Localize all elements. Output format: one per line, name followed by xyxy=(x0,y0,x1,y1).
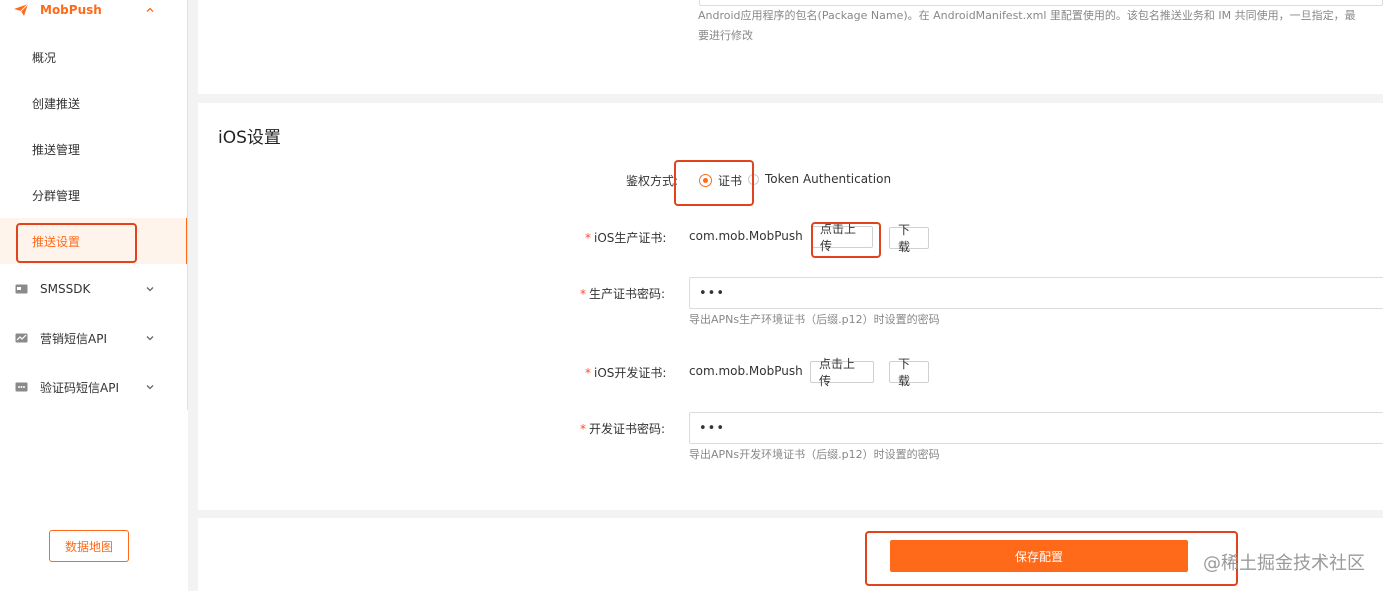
android-settings-card: Android应用程序的包名(Package Name)。在 AndroidMa… xyxy=(198,0,1383,94)
paper-plane-icon xyxy=(14,4,28,16)
sidebar: MobPush 概况 创建推送 推送管理 分群管理 推送设置 SMSSDK 营销… xyxy=(0,0,188,591)
sidebar-item-overview[interactable]: 概况 xyxy=(0,34,188,80)
dev-password-label-text: 开发证书密码: xyxy=(589,422,666,436)
prod-cert-value: com.mob.MobPush xyxy=(689,229,803,243)
chevron-down-icon xyxy=(146,385,154,390)
required-mark: * xyxy=(585,366,591,380)
auth-radio-token[interactable]: Token Authentication xyxy=(748,172,891,186)
chevron-down-icon xyxy=(146,336,154,341)
prod-password-label: * 生产证书密码: xyxy=(580,285,665,302)
sidebar-group-label: MobPush xyxy=(40,3,102,17)
sidebar-group-verification-sms-api[interactable]: 验证码短信API xyxy=(0,367,188,407)
prod-cert-label-text: iOS生产证书: xyxy=(594,231,667,245)
sidebar-item-label: 推送管理 xyxy=(32,142,81,157)
sidebar-divider xyxy=(188,0,198,591)
annotation-box-push-settings xyxy=(16,223,137,263)
package-hint-line2: 要进行修改 xyxy=(698,29,753,42)
sidebar-group-marketing-sms-api[interactable]: 营销短信API xyxy=(0,318,188,358)
sidebar-group-label: 营销短信API xyxy=(40,331,107,346)
dev-cert-label-text: iOS开发证书: xyxy=(594,366,667,380)
annotation-box-upload xyxy=(811,222,881,258)
sidebar-group-mobpush[interactable]: MobPush xyxy=(0,0,188,30)
prod-password-hint: 导出APNs生产环境证书（后缀.p12）时设置的密码 xyxy=(689,313,940,326)
sidebar-item-push-management[interactable]: 推送管理 xyxy=(0,126,188,172)
prod-password-label-text: 生产证书密码: xyxy=(589,287,666,301)
required-mark: * xyxy=(580,422,586,436)
dev-password-hint: 导出APNs开发环境证书（后缀.p12）时设置的密码 xyxy=(689,448,940,461)
package-name-hint: Android应用程序的包名(Package Name)。在 AndroidMa… xyxy=(698,6,1383,46)
data-map-button[interactable]: 数据地图 xyxy=(49,530,129,562)
ios-settings-card: iOS设置 鉴权方式: 证书 Token Authentication * iOS… xyxy=(198,103,1383,510)
chevron-up-icon xyxy=(146,7,154,12)
required-mark: * xyxy=(580,287,586,301)
package-hint-line1: Android应用程序的包名(Package Name)。在 AndroidMa… xyxy=(698,9,1356,22)
annotation-box-save xyxy=(865,531,1238,586)
annotation-box-auth-certificate xyxy=(674,160,754,206)
dev-cert-label: * iOS开发证书: xyxy=(585,364,666,381)
dev-password-label: * 开发证书密码: xyxy=(580,420,665,437)
dev-cert-download-button[interactable]: 下载 xyxy=(889,357,929,388)
sidebar-group-smssdk[interactable]: SMSSDK xyxy=(0,269,188,309)
chevron-down-icon xyxy=(146,287,154,292)
auth-radio-token-label: Token Authentication xyxy=(765,172,892,186)
auth-method-label: 鉴权方式: xyxy=(626,174,679,188)
sidebar-group-label: SMSSDK xyxy=(40,282,91,296)
sidebar-item-label: 创建推送 xyxy=(32,96,81,111)
ios-section-title: iOS设置 xyxy=(218,128,281,148)
dev-cert-upload-button[interactable]: 点击上传 xyxy=(810,357,874,388)
prod-password-input[interactable]: ••• xyxy=(689,277,1383,309)
page: MobPush 概况 创建推送 推送管理 分群管理 推送设置 SMSSDK 营销… xyxy=(0,0,1383,591)
dev-cert-value: com.mob.MobPush xyxy=(689,364,803,378)
sidebar-item-group-management[interactable]: 分群管理 xyxy=(0,172,188,218)
card-icon xyxy=(14,283,28,295)
chart-icon xyxy=(14,332,28,344)
prod-cert-download-button[interactable]: 下载 xyxy=(889,223,929,254)
sidebar-item-create-push[interactable]: 创建推送 xyxy=(0,80,188,126)
sidebar-item-label: 分群管理 xyxy=(32,188,81,203)
required-mark: * xyxy=(585,231,591,245)
dev-password-input[interactable]: ••• xyxy=(689,412,1383,444)
sidebar-item-label: 概况 xyxy=(32,50,57,65)
watermark: @稀土掘金技术社区 xyxy=(1203,553,1365,574)
sms-icon xyxy=(14,381,28,393)
prod-cert-label: * iOS生产证书: xyxy=(585,229,666,246)
sidebar-group-label: 验证码短信API xyxy=(40,380,119,395)
